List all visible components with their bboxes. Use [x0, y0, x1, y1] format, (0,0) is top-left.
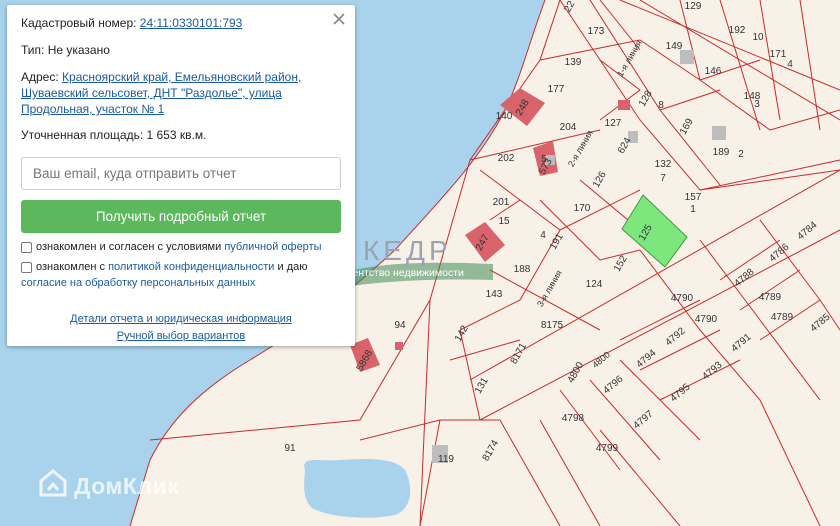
address-row: Адрес: Красноярский край, Емельяновский …	[21, 69, 341, 117]
plot-number-label: 91	[284, 443, 296, 454]
area-value: 1 653 кв.м.	[146, 128, 207, 142]
plot-number-label: 157	[685, 192, 702, 203]
domclick-logo-icon	[38, 468, 68, 504]
plot-number-label: 146	[705, 66, 722, 77]
consent-offer-row: ознакомлен и согласен с условиями публич…	[21, 239, 341, 255]
consent-offer-text: ознакомлен и согласен с условиями	[36, 241, 222, 253]
site-watermark: ДомКлик	[38, 468, 179, 504]
plot-number-label: 3	[754, 99, 760, 110]
type-row: Тип: Не указано	[21, 42, 341, 58]
area-row: Уточненная площадь: 1 653 кв.м.	[21, 127, 341, 143]
plot-number-label: 139	[565, 57, 582, 68]
plot-number-label: 4	[540, 230, 546, 241]
plot-number-label: 4784	[795, 219, 819, 242]
consent-privacy-text: ознакомлен с	[36, 261, 106, 273]
plot-number-label: 4793	[700, 359, 724, 382]
plot-number-label: 94	[394, 320, 406, 331]
plot-number-label: 119	[438, 454, 454, 465]
plot-number-label: 8174	[481, 438, 502, 463]
plot-number-label: 4	[787, 59, 793, 70]
plot-number-label: 127	[605, 118, 622, 129]
cadastral-label: Кадастровый номер:	[21, 16, 137, 30]
consent-privacy-checkbox[interactable]	[21, 262, 32, 273]
plot-number-label: 192	[729, 25, 746, 36]
selected-plot[interactable]	[621, 194, 688, 268]
plot-number-label: 126	[591, 169, 609, 189]
plot-number-label: 2	[738, 149, 744, 160]
plot-number-label: 131	[473, 375, 491, 395]
plot-number-label: 202	[498, 153, 515, 164]
plot-number-label: 4790	[671, 293, 694, 304]
consent-privacy-mid: и даю	[277, 261, 308, 273]
pond-water	[304, 459, 411, 518]
plot-number-label: 4791	[729, 331, 753, 354]
plot-number-label: 8	[658, 100, 664, 111]
public-offer-link[interactable]: публичной оферты	[224, 241, 321, 253]
plot-number-label: 4797	[631, 408, 655, 431]
plot-number-label: 4796	[601, 373, 625, 396]
plot-number-label: 4798	[562, 413, 585, 424]
plot-number-label: 1	[690, 204, 696, 215]
plot-number-label: 4800	[566, 360, 587, 385]
privacy-policy-link[interactable]: политикой конфиденциальности	[108, 261, 274, 273]
plot-number-label: 204	[560, 122, 577, 133]
plot-number-label: 132	[655, 159, 672, 170]
plot-info-popup: Кадастровый номер: 24:11:0330101:793 Тип…	[7, 5, 355, 346]
plot-number-label: 189	[713, 147, 730, 158]
plot-number-label: 128	[637, 88, 655, 108]
plot-number-label: 7	[660, 173, 666, 184]
consent-offer-checkbox[interactable]	[21, 242, 32, 253]
plot-number-label: 22	[562, 0, 577, 14]
site-name: ДомКлик	[74, 472, 180, 499]
email-field[interactable]	[21, 157, 341, 190]
plot-number-label: 4792	[663, 325, 687, 348]
plot-number-label: 188	[514, 264, 531, 275]
cadastral-row: Кадастровый номер: 24:11:0330101:793	[21, 15, 341, 31]
plot-number-label: 171	[770, 49, 787, 60]
type-value: Не указано	[47, 43, 110, 57]
address-link-line2[interactable]: Шуваевский сельсовет, ДНТ "Раздолье", ул…	[21, 86, 282, 100]
plot-number-label: 4785	[808, 311, 832, 334]
plot-number-label: 143	[486, 289, 503, 300]
plot-number-label: 177	[548, 84, 565, 95]
plot-number-label: 129	[685, 1, 702, 12]
report-details-link[interactable]: Детали отчета и юридическая информация	[70, 313, 292, 325]
plot-number-label: 173	[588, 26, 605, 37]
plot-number-label: 4789	[771, 312, 794, 323]
area-label: Уточненная площадь:	[21, 128, 144, 142]
plot-number-label: 170	[574, 203, 591, 214]
address-link-line1[interactable]: Красноярский край, Емельяновский район,	[62, 70, 301, 84]
popup-bottom-links: Детали отчета и юридическая информация Р…	[21, 311, 341, 345]
plot-number-label: 4786	[767, 241, 791, 264]
plot-number-label: 142	[453, 323, 471, 343]
plot-number-label: 8175	[541, 320, 564, 331]
type-label: Тип:	[21, 43, 45, 57]
plot-number-label: 149	[666, 41, 683, 52]
plot-number-label: 8171	[509, 341, 530, 366]
cadastral-number-link[interactable]: 24:11:0330101:793	[140, 16, 243, 30]
plot-number-label: 15	[498, 216, 510, 227]
plot-number-label: 169	[678, 116, 696, 136]
plot-number-label: 201	[493, 197, 510, 208]
close-icon[interactable]	[331, 11, 347, 27]
plot-number-label: 4799	[596, 443, 619, 454]
manual-select-link[interactable]: Ручной выбор вариантов	[117, 330, 245, 342]
plot-number-label: 140	[496, 111, 513, 122]
consent-privacy-row: ознакомлен с политикой конфиденциальност…	[21, 259, 341, 275]
plot-number-label: 4790	[695, 314, 718, 325]
plot-number-label: 191	[548, 231, 566, 251]
get-report-button[interactable]: Получить подробный отчет	[21, 200, 341, 233]
plot-number-label: 124	[586, 279, 603, 290]
plot-number-label: 4789	[759, 292, 782, 303]
data-processing-link[interactable]: согласие на обработку персональных данны…	[21, 277, 255, 289]
address-label: Адрес:	[21, 70, 59, 84]
consent-data-row: согласие на обработку персональных данны…	[21, 275, 341, 291]
address-link-line3[interactable]: Продольная, участок № 1	[21, 102, 164, 116]
plot-number-label: 10	[752, 32, 764, 43]
